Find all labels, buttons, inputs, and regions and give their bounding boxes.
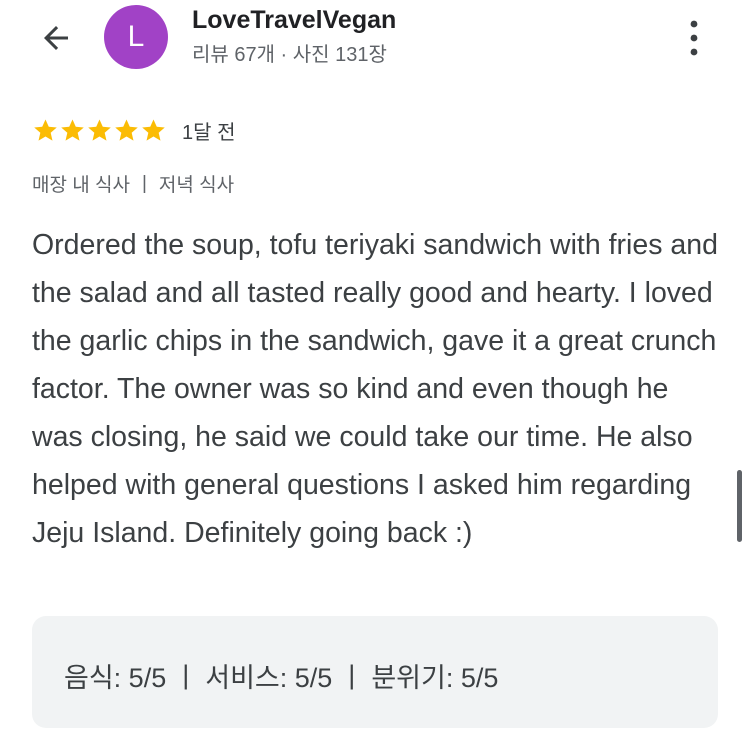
scores-box: 음식: 5/5 | 서비스: 5/5 | 분위기: 5/5 [32,616,718,728]
score-food: 음식: 5/5 [64,663,167,693]
arrow-left-icon [44,26,68,50]
score-separator: | [348,660,356,690]
tag-separator: | [141,172,147,194]
review-text: Ordered the soup, tofu teriyaki sandwich… [32,229,718,549]
star-rating [32,117,167,144]
author-name[interactable]: LoveTravelVegan [192,6,396,35]
review-header: L LoveTravelVegan 리뷰 67개 · 사진 131장 [0,0,750,80]
back-button[interactable] [30,14,82,62]
review-tags: 매장 내 식사 | 저녁 식사 [32,170,234,197]
star-icon [61,118,84,141]
review-time: 1달 전 [182,121,236,144]
score-service: 서비스: 5/5 [205,663,333,693]
score-atmosphere: 분위기: 5/5 [371,663,499,693]
star-icon [88,118,111,141]
avatar[interactable]: L [104,5,168,69]
tag-dinner: 저녁 식사 [158,175,235,196]
star-icon [142,118,165,141]
score-separator: | [182,660,190,690]
scrollbar-thumb[interactable] [737,470,742,542]
avatar-letter: L [127,20,145,53]
star-icon [115,118,138,141]
tag-dine-in: 매장 내 식사 [32,175,130,196]
star-icon [34,118,57,141]
rating-row: 1달 전 [32,114,235,146]
author-meta: 리뷰 67개 · 사진 131장 [192,44,387,66]
more-options-button[interactable] [672,12,716,60]
more-vertical-icon [690,20,698,56]
scores-line: 음식: 5/5 | 서비스: 5/5 | 분위기: 5/5 [64,656,498,695]
